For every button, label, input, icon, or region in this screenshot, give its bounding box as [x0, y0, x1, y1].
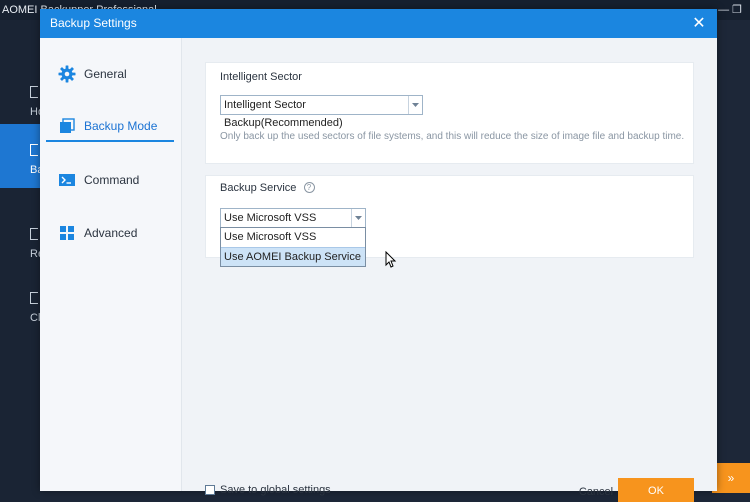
- dropdown-option-microsoft-vss[interactable]: Use Microsoft VSS: [221, 228, 365, 247]
- command-icon: [58, 171, 76, 189]
- background-nav-restore[interactable]: Restore: [0, 208, 40, 272]
- grid-icon: [58, 224, 76, 242]
- background-nav-label: Home: [30, 106, 40, 118]
- background-nav-home[interactable]: Home: [0, 66, 40, 130]
- background-window-controls[interactable]: — ❐: [718, 0, 742, 20]
- ok-button[interactable]: OK: [618, 478, 694, 502]
- settings-content: Intelligent Sector Intelligent Sector Ba…: [183, 38, 717, 502]
- background-nav-label: Clone: [30, 312, 40, 324]
- backup-service-title: Backup Service: [220, 182, 297, 194]
- nav-item-label: Command: [84, 173, 140, 187]
- help-icon[interactable]: ?: [303, 182, 315, 193]
- intelligent-sector-card: Intelligent Sector Intelligent Sector Ba…: [205, 62, 694, 164]
- background-nav-clone[interactable]: Clone: [0, 272, 40, 336]
- intelligent-sector-value: Intelligent Sector Backup(Recommended): [224, 99, 343, 129]
- intelligent-sector-select[interactable]: Intelligent Sector Backup(Recommended): [220, 95, 423, 129]
- nav-item-label: Advanced: [84, 226, 138, 240]
- background-nav-backup[interactable]: Backup: [0, 124, 40, 188]
- background-sidebar: Home Backup Restore Clone: [0, 20, 40, 502]
- save-global-checkbox[interactable]: Save to global settings: [205, 484, 331, 496]
- nav-item-label: General: [84, 67, 127, 81]
- close-button[interactable]: ✕: [689, 9, 709, 38]
- checkbox-box[interactable]: [205, 485, 215, 495]
- background-nav-label: Restore: [30, 248, 40, 260]
- backup-service-title-row: Backup Service ?: [220, 182, 315, 194]
- dialog-titlebar: Backup Settings ✕: [40, 9, 717, 38]
- intelligent-sector-title: Intelligent Sector: [220, 71, 302, 83]
- clone-icon: [30, 292, 38, 304]
- backup-settings-dialog: Backup Settings ✕ General Backup Mode Co…: [40, 9, 717, 502]
- intelligent-sector-hint: Only back up the used sectors of file sy…: [220, 131, 685, 142]
- chevron-down-icon: [351, 209, 365, 227]
- nav-item-label: Backup Mode: [84, 119, 158, 133]
- cancel-button[interactable]: Cancel: [571, 480, 621, 502]
- backup-service-value: Use Microsoft VSS: [224, 212, 317, 224]
- gear-icon: [58, 65, 76, 83]
- settings-nav: General Backup Mode Command Advanced: [40, 38, 182, 491]
- nav-item-backup-mode[interactable]: Backup Mode: [46, 112, 174, 142]
- nav-item-command[interactable]: Command: [46, 165, 174, 195]
- restore-icon: [30, 228, 38, 240]
- dropdown-option-aomei-service[interactable]: Use AOMEI Backup Service: [221, 247, 365, 266]
- nav-item-general[interactable]: General: [46, 59, 174, 89]
- save-global-label: Save to global settings: [220, 484, 331, 496]
- nav-item-advanced[interactable]: Advanced: [46, 218, 174, 248]
- chevron-down-icon: [408, 96, 422, 114]
- backup-service-select[interactable]: Use Microsoft VSS: [220, 208, 366, 228]
- dialog-title: Backup Settings: [50, 16, 137, 30]
- home-icon: [30, 86, 38, 98]
- backup-icon: [30, 144, 38, 156]
- close-icon: ✕: [692, 15, 706, 32]
- mouse-cursor-icon: [385, 251, 397, 268]
- background-next-button[interactable]: »: [712, 463, 750, 493]
- backup-service-dropdown: Use Microsoft VSS Use AOMEI Backup Servi…: [220, 227, 366, 267]
- backup-mode-icon: [58, 117, 76, 135]
- background-nav-label: Backup: [30, 164, 40, 176]
